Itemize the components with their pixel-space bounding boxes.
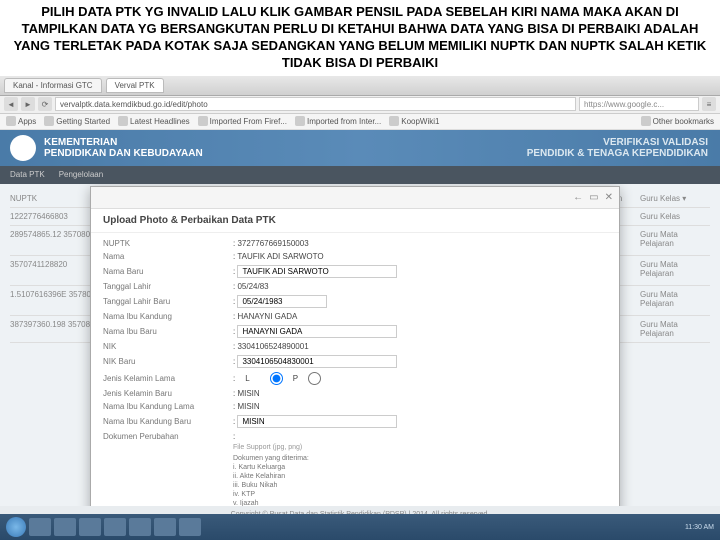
dok-note: File Support (jpg, png) xyxy=(233,444,607,451)
tray-time: 11:30 AM xyxy=(685,524,714,531)
nuptk-value: : 3727767669150003 xyxy=(233,239,607,248)
jkbaru-label: Jenis Kelamin Baru xyxy=(103,389,233,398)
nav-pengelolaan[interactable]: Pengelolaan xyxy=(59,170,103,179)
page-icon xyxy=(118,116,128,126)
minimize-icon[interactable]: ← xyxy=(573,192,583,203)
nikbaru-label: NIK Baru xyxy=(103,357,233,366)
taskbar-app-icon[interactable] xyxy=(104,518,126,536)
ibukand-label: Nama Ibu Kandung Lama xyxy=(103,402,233,411)
browser-tab-bar: Kanal - Informasi GTC Verval PTK xyxy=(0,76,720,96)
ibu-value: : HANAYNI GADA xyxy=(233,312,607,321)
tglbaru-input[interactable] xyxy=(237,295,327,308)
dok-label: Dokumen Perubahan xyxy=(103,432,233,441)
browser-tab-1[interactable]: Kanal - Informasi GTC xyxy=(4,78,102,93)
taskbar-app-icon[interactable] xyxy=(79,518,101,536)
address-bar: ◄ ► ⟳ vervalptk.data.kemdikbud.go.id/edi… xyxy=(0,96,720,114)
ibu-label: Nama Ibu Kandung xyxy=(103,312,233,321)
reload-icon[interactable]: ⟳ xyxy=(38,97,52,111)
back-icon[interactable]: ◄ xyxy=(4,97,18,111)
nav-data-ptk[interactable]: Data PTK xyxy=(10,170,45,179)
bookmarks-bar: Apps Getting Started Latest Headlines Im… xyxy=(0,114,720,130)
browser-tab-2[interactable]: Verval PTK xyxy=(106,78,164,93)
dok-item: ii. Akte Kelahiran xyxy=(233,472,607,481)
jk-p-radio[interactable] xyxy=(308,372,321,385)
app-title: VERIFIKASI VALIDASI PENDIDIK & TENAGA KE… xyxy=(527,137,708,159)
url-input[interactable]: vervalptk.data.kemdikbud.go.id/edit/phot… xyxy=(55,97,576,111)
taskbar-app-icon[interactable] xyxy=(179,518,201,536)
nama-label: Nama xyxy=(103,252,233,261)
modal-title: Upload Photo & Perbaikan Data PTK xyxy=(91,209,619,233)
nuptk-label: NUPTK xyxy=(103,239,233,248)
taskbar-app-icon[interactable] xyxy=(54,518,76,536)
app-header: KEMENTERIAN PENDIDIKAN DAN KEBUDAYAAN VE… xyxy=(0,130,720,166)
namabaru-input[interactable] xyxy=(237,265,397,278)
folder-icon xyxy=(295,116,305,126)
jk-label: Jenis Kelamin Lama xyxy=(103,374,233,383)
bookmark-item[interactable]: Latest Headlines xyxy=(118,116,190,126)
forward-icon[interactable]: ► xyxy=(21,97,35,111)
dok-desc: Dokumen yang diterima: xyxy=(233,454,607,463)
maximize-icon[interactable]: ▭ xyxy=(589,192,598,203)
bookmark-item[interactable]: Getting Started xyxy=(44,116,110,126)
tglbaru-label: Tanggal Lahir Baru xyxy=(103,297,233,306)
search-input[interactable]: https://www.google.c... xyxy=(579,97,699,111)
jkbaru-value: : MISIN xyxy=(233,389,607,398)
ibukand-value: : MISIN xyxy=(233,402,607,411)
top-nav: Data PTK Pengelolaan xyxy=(0,166,720,184)
edit-modal: ← ▭ ✕ Upload Photo & Perbaikan Data PTK … xyxy=(90,186,620,516)
menu-icon[interactable]: ≡ xyxy=(702,97,716,111)
ibubaru-input[interactable] xyxy=(237,325,397,338)
page-icon xyxy=(44,116,54,126)
dok-item: i. Kartu Keluarga xyxy=(233,463,607,472)
nik-value: : 3304106524890001 xyxy=(233,342,607,351)
windows-taskbar: 11:30 AM xyxy=(0,514,720,540)
modal-header: ← ▭ ✕ xyxy=(91,187,619,209)
taskbar-app-icon[interactable] xyxy=(154,518,176,536)
folder-icon xyxy=(641,116,651,126)
bookmark-item[interactable]: Imported From Firef... xyxy=(198,116,287,126)
ministry-logo-icon xyxy=(10,135,36,161)
tgl-value: : 05/24/83 xyxy=(233,282,607,291)
nama-value: : TAUFIK ADI SARWOTO xyxy=(233,252,607,261)
dok-item: iii. Buku Nikah xyxy=(233,481,607,490)
ministry-name: KEMENTERIAN PENDIDIKAN DAN KEBUDAYAAN xyxy=(44,137,203,159)
taskbar-app-icon[interactable] xyxy=(29,518,51,536)
close-icon[interactable]: ✕ xyxy=(605,192,613,203)
page-icon xyxy=(389,116,399,126)
apps-icon xyxy=(6,116,16,126)
tgl-label: Tanggal Lahir xyxy=(103,282,233,291)
nikbaru-input[interactable] xyxy=(237,355,397,368)
start-button-icon[interactable] xyxy=(6,517,26,537)
namabaru-label: Nama Baru xyxy=(103,267,233,276)
jk-l-radio[interactable] xyxy=(270,372,283,385)
ibukbaru-label: Nama Ibu Kandung Baru xyxy=(103,417,233,426)
content-area: NUPTK NIK Action Guru Kelas ▾ 1222776466… xyxy=(0,184,720,524)
dok-item: iv. KTP xyxy=(233,490,607,499)
bookmark-item[interactable]: KoopWiki1 xyxy=(389,116,439,126)
nik-label: NIK xyxy=(103,342,233,351)
bookmark-apps[interactable]: Apps xyxy=(6,116,36,126)
bookmark-item[interactable]: Imported from Inter... xyxy=(295,116,381,126)
folder-icon xyxy=(198,116,208,126)
ibukbaru-input[interactable] xyxy=(237,415,397,428)
ibubaru-label: Nama Ibu Baru xyxy=(103,327,233,336)
other-bookmarks[interactable]: Other bookmarks xyxy=(641,116,714,126)
instruction-text: PILIH DATA PTK YG INVALID LALU KLIK GAMB… xyxy=(0,0,720,76)
taskbar-app-icon[interactable] xyxy=(129,518,151,536)
system-tray[interactable]: 11:30 AM xyxy=(685,524,714,531)
modal-body: NUPTK: 3727767669150003 Nama: TAUFIK ADI… xyxy=(91,233,619,515)
